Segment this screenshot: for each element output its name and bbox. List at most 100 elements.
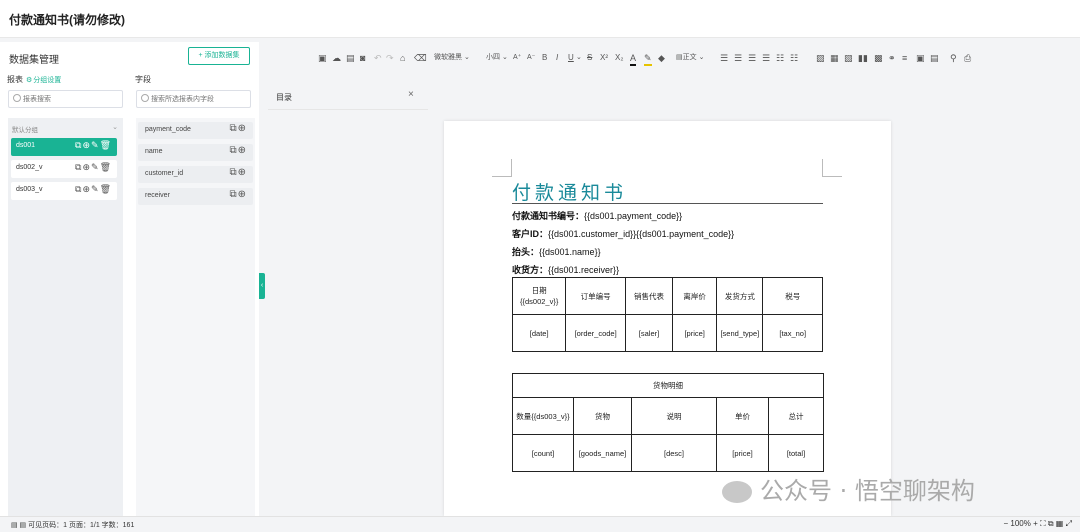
header-cell[interactable]: 总计 [767, 397, 825, 435]
font-size-select[interactable]: 小四 ⌄ [486, 52, 508, 64]
dataset-item[interactable]: ds002_v ⧉⊕✎🗑 [11, 160, 117, 178]
add-icon[interactable]: ⊕ [82, 184, 91, 194]
page-icon[interactable]: ▤ ▤ [11, 522, 26, 529]
close-icon[interactable]: × [408, 89, 414, 100]
indent-icon[interactable]: ☷ [790, 52, 798, 64]
document-page[interactable]: 付款通知书 付款通知书编号：{{ds001.payment_code}} 客户I… [444, 121, 891, 516]
separator-icon[interactable]: ≡ [902, 52, 907, 64]
list-icon[interactable]: ☷ [776, 52, 784, 64]
copy-icon[interactable]: ⧉ [229, 123, 237, 134]
copy-icon[interactable]: ⧉ [229, 167, 237, 178]
align-justify-icon[interactable]: ☰ [762, 52, 770, 64]
align-right-icon[interactable]: ☰ [748, 52, 756, 64]
table-cell[interactable]: [order_code] [565, 314, 626, 352]
add-icon[interactable]: ⊕ [238, 123, 247, 134]
save-icon[interactable]: ▣ [318, 52, 327, 64]
edit-icon[interactable]: ✎ [91, 162, 100, 172]
delete-icon[interactable]: 🗑 [100, 140, 112, 150]
header-cell[interactable]: 日期{{ds002_v}} [511, 277, 567, 315]
copy-icon[interactable]: ⧉ [1048, 519, 1054, 528]
doc-line-receiver[interactable]: 收货方：{{ds001.receiver}} [512, 263, 619, 276]
search-icon[interactable]: ⚲ [950, 52, 957, 64]
highlight-icon[interactable]: ✎ [644, 52, 652, 66]
header-cell[interactable]: 单价 [716, 397, 769, 435]
bold-button[interactable]: B [542, 52, 547, 64]
paragraph-style-select[interactable]: ▤正文 ⌄ [676, 52, 704, 64]
chevron-down-icon[interactable]: ⌄ [112, 123, 118, 131]
undo-icon[interactable]: ↶ [374, 52, 382, 64]
delete-icon[interactable]: 🗑 [100, 162, 112, 172]
layout-icon[interactable]: ▦ [1056, 519, 1064, 528]
zoom-in-button[interactable]: + [1033, 519, 1038, 528]
align-center-icon[interactable]: ☰ [734, 52, 742, 64]
preview-icon[interactable]: ◙ [360, 52, 365, 64]
table-cell[interactable]: [goods_name] [573, 434, 632, 472]
field-search-input[interactable] [151, 93, 247, 105]
header-cell[interactable]: 离岸价 [672, 277, 718, 315]
align-left-icon[interactable]: ☰ [720, 52, 728, 64]
table-cell[interactable]: [count] [512, 434, 574, 472]
field-item[interactable]: name ⧉⊕ [138, 144, 253, 161]
field-item[interactable]: receiver ⧉⊕ [138, 188, 253, 205]
header-cell[interactable]: 订单编号 [565, 277, 626, 315]
table-cell[interactable]: [send_type] [716, 314, 764, 352]
zoom-out-button[interactable]: − [1003, 519, 1008, 528]
font-color-button[interactable]: A [630, 52, 637, 66]
subscript-button[interactable]: X₂ [615, 52, 623, 64]
add-icon[interactable]: ⊕ [82, 140, 91, 150]
format-painter-icon[interactable]: ⌂ [400, 52, 405, 64]
dataset-item[interactable]: ds003_v ⧉⊕✎🗑 [11, 182, 117, 200]
picture-icon[interactable]: ▧ [844, 52, 853, 64]
delete-icon[interactable]: 🗑 [100, 184, 112, 194]
fill-icon[interactable]: ◆ [658, 52, 665, 64]
doc-line-name[interactable]: 抬头：{{ds001.name}} [512, 245, 601, 258]
copy-icon[interactable]: ⧉ [229, 189, 237, 200]
field-item[interactable]: payment_code ⧉⊕ [138, 122, 253, 139]
font-family-select[interactable]: 微软雅黑 ⌄ [434, 52, 470, 64]
header-cell[interactable]: 说明 [631, 397, 717, 435]
redo-icon[interactable]: ↷ [386, 52, 394, 64]
group-name[interactable]: 默认分组 [12, 124, 38, 134]
order-table[interactable]: 日期{{ds002_v}} 订单编号 销售代表 离岸价 发货方式 税号 [dat… [511, 277, 823, 352]
print-icon[interactable]: ⎙ [964, 52, 971, 64]
expand-icon[interactable]: ⤢ [1066, 519, 1072, 528]
goods-table[interactable]: 货物明细 数量{{ds003_v}} 货物 说明 单价 总计 [count] [… [511, 373, 825, 472]
add-icon[interactable]: ⊕ [238, 167, 247, 178]
font-decrease-button[interactable]: A⁻ [527, 52, 535, 64]
add-icon[interactable]: ⊕ [82, 162, 91, 172]
table-cell[interactable]: [tax_no] [762, 314, 823, 352]
image-icon[interactable]: ▨ [816, 52, 825, 64]
header-cell[interactable]: 数量{{ds003_v}} [512, 397, 574, 435]
link-icon[interactable]: ⚭ [888, 52, 896, 64]
qrcode-icon[interactable]: ▩ [874, 52, 883, 64]
report-search-input[interactable] [23, 93, 119, 105]
superscript-button[interactable]: X² [600, 52, 608, 64]
field-search[interactable] [136, 90, 251, 108]
barcode-icon[interactable]: ▮▮ [858, 52, 868, 64]
caption-cell[interactable]: 货物明细 [511, 373, 825, 398]
copy-icon[interactable]: ⧉ [229, 145, 237, 156]
table-cell[interactable]: [saler] [624, 314, 674, 352]
header-icon[interactable]: ▤ [930, 52, 939, 64]
doc-line-payment-code[interactable]: 付款通知书编号：{{ds001.payment_code}} [512, 209, 682, 222]
underline-chevron-icon[interactable]: ⌄ [576, 52, 582, 64]
cloud-icon[interactable]: ☁ [332, 52, 341, 64]
field-item[interactable]: customer_id ⧉⊕ [138, 166, 253, 183]
header-cell[interactable]: 货物 [573, 397, 632, 435]
dataset-item[interactable]: ds001 ⧉⊕✎🗑 [11, 138, 117, 156]
italic-button[interactable]: I [556, 52, 558, 64]
table-cell[interactable]: [price] [672, 314, 718, 352]
doc-line-customer-id[interactable]: 客户ID：{{ds001.customer_id}}{{ds001.paymen… [512, 227, 734, 240]
add-dataset-button[interactable]: + 添加数据集 [188, 47, 250, 65]
strike-button[interactable]: S [587, 52, 592, 64]
header-cell[interactable]: 发货方式 [716, 277, 764, 315]
report-search[interactable] [8, 90, 123, 108]
eraser-icon[interactable]: ⌫ [414, 52, 427, 64]
header-cell[interactable]: 税号 [762, 277, 823, 315]
edit-icon[interactable]: ✎ [91, 184, 100, 194]
collapse-panel-handle[interactable]: ‹ [259, 273, 265, 299]
table-cell[interactable]: [date] [511, 314, 567, 352]
table-cell[interactable]: [desc] [631, 434, 717, 472]
edit-icon[interactable]: ✎ [91, 140, 100, 150]
underline-button[interactable]: U [568, 52, 574, 64]
